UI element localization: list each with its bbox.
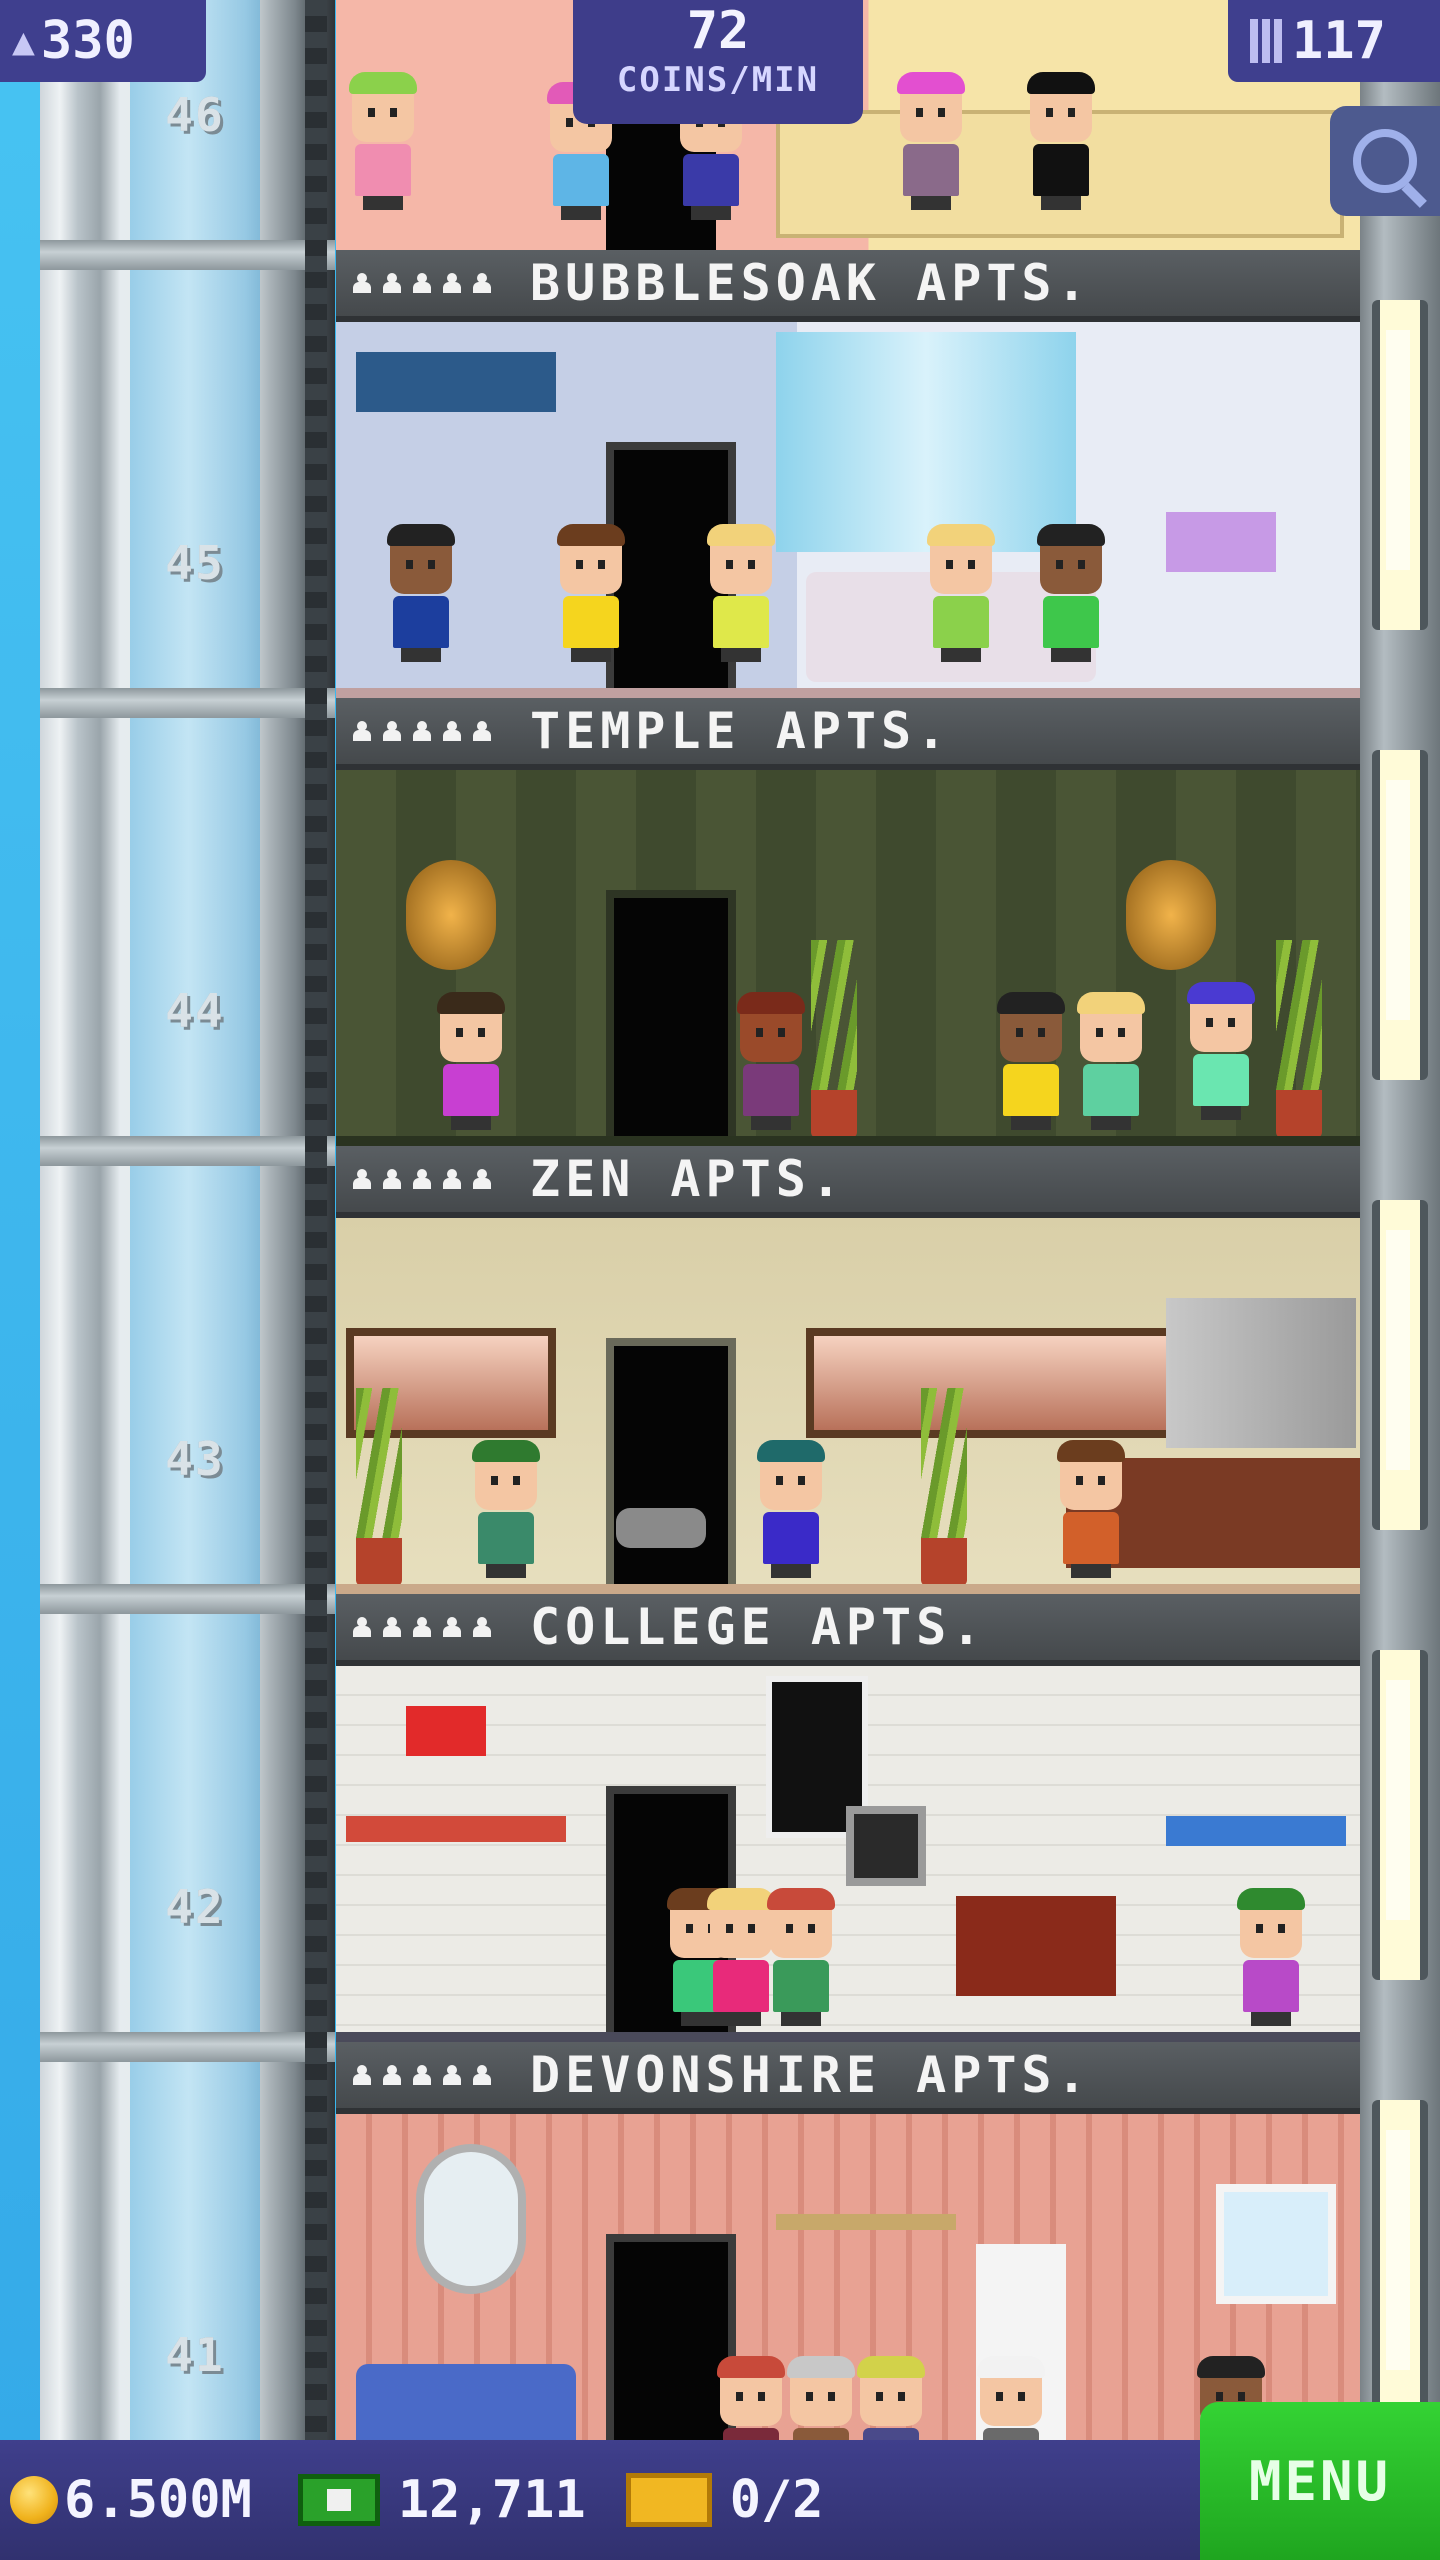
floor-46[interactable]: BUBBLESOAK APTS.: [336, 250, 1360, 698]
floor-43[interactable]: COLLEGE APTS.: [336, 1594, 1360, 2042]
star-icon: [352, 2065, 372, 2085]
star-icon: [382, 1169, 402, 1189]
room-zen[interactable]: [336, 1218, 1360, 1594]
population-counter[interactable]: ▲ 330: [0, 0, 206, 82]
room-bubblesoak[interactable]: [336, 322, 1360, 698]
floor-45[interactable]: TEMPLE APTS.: [336, 698, 1360, 1146]
coins-per-minute: 72 COINS/MIN: [573, 0, 863, 124]
star-rating: [352, 2065, 492, 2085]
shaft-floor-band: [40, 240, 335, 270]
star-rating: [352, 273, 492, 293]
tower-bux-icon: [297, 2474, 380, 2526]
star-icon: [442, 1169, 462, 1189]
coins-value[interactable]: 6.500M: [64, 2470, 252, 2530]
floor-name: BUBBLESOAK APTS.: [530, 254, 1092, 312]
floor-label-bar: BUBBLESOAK APTS.: [336, 250, 1360, 322]
floor-label-bar: DEVONSHIRE APTS.: [336, 2042, 1360, 2114]
ticket-icon: [625, 2473, 712, 2527]
shaft-floor-band: [40, 1136, 335, 1166]
star-icon: [382, 1617, 402, 1637]
star-icon: [442, 2065, 462, 2085]
star-icon: [442, 721, 462, 741]
floor-number: 41: [165, 2328, 225, 2382]
star-icon: [352, 273, 372, 293]
star-icon: [472, 2065, 492, 2085]
floor-name: TEMPLE APTS.: [530, 702, 952, 760]
star-icon: [382, 721, 402, 741]
floor-name: COLLEGE APTS.: [530, 1598, 987, 1656]
floor-number: 44: [165, 984, 225, 1038]
star-icon: [352, 1617, 372, 1637]
star-icon: [472, 1617, 492, 1637]
window-light: [1372, 1650, 1428, 1980]
sky-strip: [0, 0, 40, 2560]
star-icon: [352, 1169, 372, 1189]
floor-label-bar: TEMPLE APTS.: [336, 698, 1360, 770]
person-icon: ▲: [12, 19, 35, 63]
search-button[interactable]: [1330, 106, 1440, 216]
floors-value: 117: [1292, 11, 1386, 71]
floor-44[interactable]: ZEN APTS.: [336, 1146, 1360, 1594]
shaft-floor-band: [40, 1584, 335, 1614]
elevator-rail: [305, 0, 327, 2440]
floor-label-bar: COLLEGE APTS.: [336, 1594, 1360, 1666]
star-rating: [352, 1169, 492, 1189]
star-icon: [472, 721, 492, 741]
star-rating: [352, 1617, 492, 1637]
tickets-value[interactable]: 0/2: [730, 2470, 824, 2530]
star-icon: [412, 273, 432, 293]
room-devonshire[interactable]: [336, 2114, 1360, 2440]
window-light: [1372, 2100, 1428, 2430]
window-light: [1372, 1200, 1428, 1530]
floor-number: 43: [165, 1432, 225, 1486]
star-icon: [412, 1169, 432, 1189]
star-icon: [412, 2065, 432, 2085]
floor-number: 46: [165, 88, 225, 142]
floor-number: 45: [165, 536, 225, 590]
star-rating: [352, 721, 492, 741]
room-college[interactable]: [336, 1666, 1360, 2042]
star-icon: [472, 273, 492, 293]
floor-name: ZEN APTS.: [530, 1150, 846, 1208]
building-icon: [1250, 19, 1282, 63]
star-icon: [442, 273, 462, 293]
star-icon: [352, 721, 372, 741]
magnifier-icon: [1353, 129, 1417, 193]
menu-button[interactable]: MENU: [1200, 2402, 1440, 2560]
star-icon: [442, 1617, 462, 1637]
coins-per-min-label: COINS/MIN: [616, 60, 820, 100]
floors-counter[interactable]: 117: [1228, 0, 1440, 82]
room-temple[interactable]: [336, 770, 1360, 1146]
star-icon: [382, 273, 402, 293]
cat-pet[interactable]: [616, 1508, 706, 1548]
shaft-floor-band: [40, 688, 335, 718]
floor-label-bar: ZEN APTS.: [336, 1146, 1360, 1218]
floor-number: 42: [165, 1880, 225, 1934]
population-value: 330: [40, 11, 135, 71]
star-icon: [412, 721, 432, 741]
star-icon: [472, 1169, 492, 1189]
floor-name: DEVONSHIRE APTS.: [530, 2046, 1092, 2104]
shaft-floor-band: [40, 2032, 335, 2062]
window-light: [1372, 300, 1428, 630]
coins-per-min-value: 72: [686, 1, 750, 61]
star-icon: [412, 1617, 432, 1637]
floor-42[interactable]: DEVONSHIRE APTS.: [336, 2042, 1360, 2440]
star-icon: [382, 2065, 402, 2085]
coin-icon: [10, 2476, 58, 2524]
elevator-glass: [130, 0, 260, 2440]
bux-value[interactable]: 12,711: [398, 2470, 586, 2530]
window-light: [1372, 750, 1428, 1080]
